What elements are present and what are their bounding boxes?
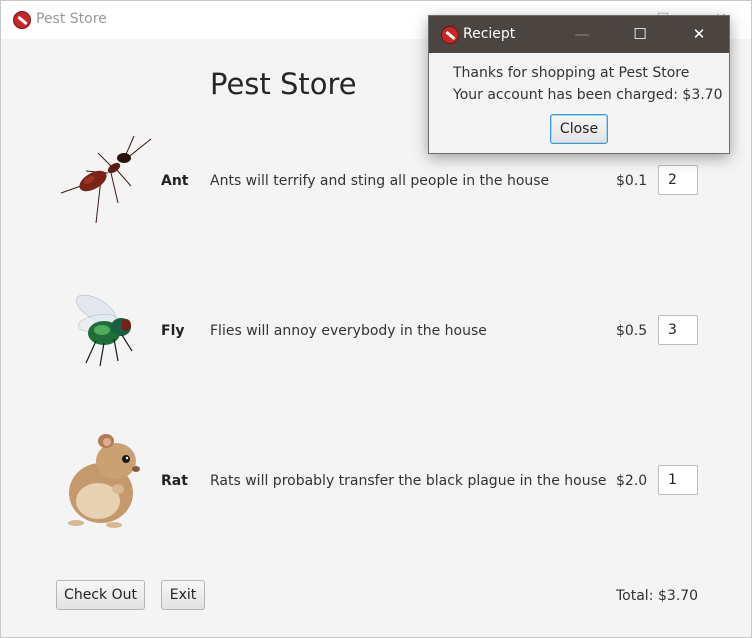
checkout-button[interactable]: Check Out bbox=[56, 580, 145, 610]
main-window-title: Pest Store bbox=[36, 11, 107, 27]
receipt-charged-text: Your account has been charged: $3.70 bbox=[453, 87, 723, 103]
app-logo-icon bbox=[13, 11, 31, 29]
pest-name: Rat bbox=[161, 473, 188, 489]
pest-name: Ant bbox=[161, 173, 189, 189]
maximize-icon[interactable]: ☐ bbox=[626, 22, 654, 46]
ant-image bbox=[60, 135, 152, 224]
pest-name: Fly bbox=[161, 323, 185, 339]
receipt-dialog: Reciept — ☐ ✕ Thanks for shopping at Pes… bbox=[428, 15, 730, 154]
pest-price: $0.1 bbox=[616, 173, 648, 189]
pest-description: Flies will annoy everybody in the house bbox=[210, 323, 487, 339]
close-icon[interactable]: ✕ bbox=[685, 22, 713, 46]
pest-price: $2.0 bbox=[616, 473, 648, 489]
total-value: $3.70 bbox=[658, 588, 699, 604]
receipt-titlebar[interactable]: Reciept — ☐ ✕ bbox=[429, 16, 729, 53]
rat-image bbox=[68, 434, 140, 528]
app-logo-icon bbox=[441, 26, 459, 44]
fly-image bbox=[76, 294, 133, 367]
receipt-thanks-text: Thanks for shopping at Pest Store bbox=[453, 65, 690, 81]
quantity-input-fly[interactable] bbox=[658, 315, 698, 345]
pest-row-rat: Rat Rats will probably transfer the blac… bbox=[1, 431, 752, 531]
receipt-title: Reciept bbox=[463, 26, 516, 42]
quantity-input-rat[interactable] bbox=[658, 465, 698, 495]
page-title: Pest Store bbox=[210, 67, 357, 101]
minimize-icon[interactable]: — bbox=[568, 22, 596, 46]
pest-description: Rats will probably transfer the black pl… bbox=[210, 473, 607, 489]
pest-description: Ants will terrify and sting all people i… bbox=[210, 173, 550, 189]
exit-button[interactable]: Exit bbox=[161, 580, 205, 610]
quantity-input-ant[interactable] bbox=[658, 165, 698, 195]
total-label: Total: bbox=[616, 588, 654, 604]
pest-price: $0.5 bbox=[616, 323, 648, 339]
pest-row-fly: Fly Flies will annoy everybody in the ho… bbox=[1, 281, 752, 381]
close-button[interactable]: Close bbox=[550, 114, 608, 144]
